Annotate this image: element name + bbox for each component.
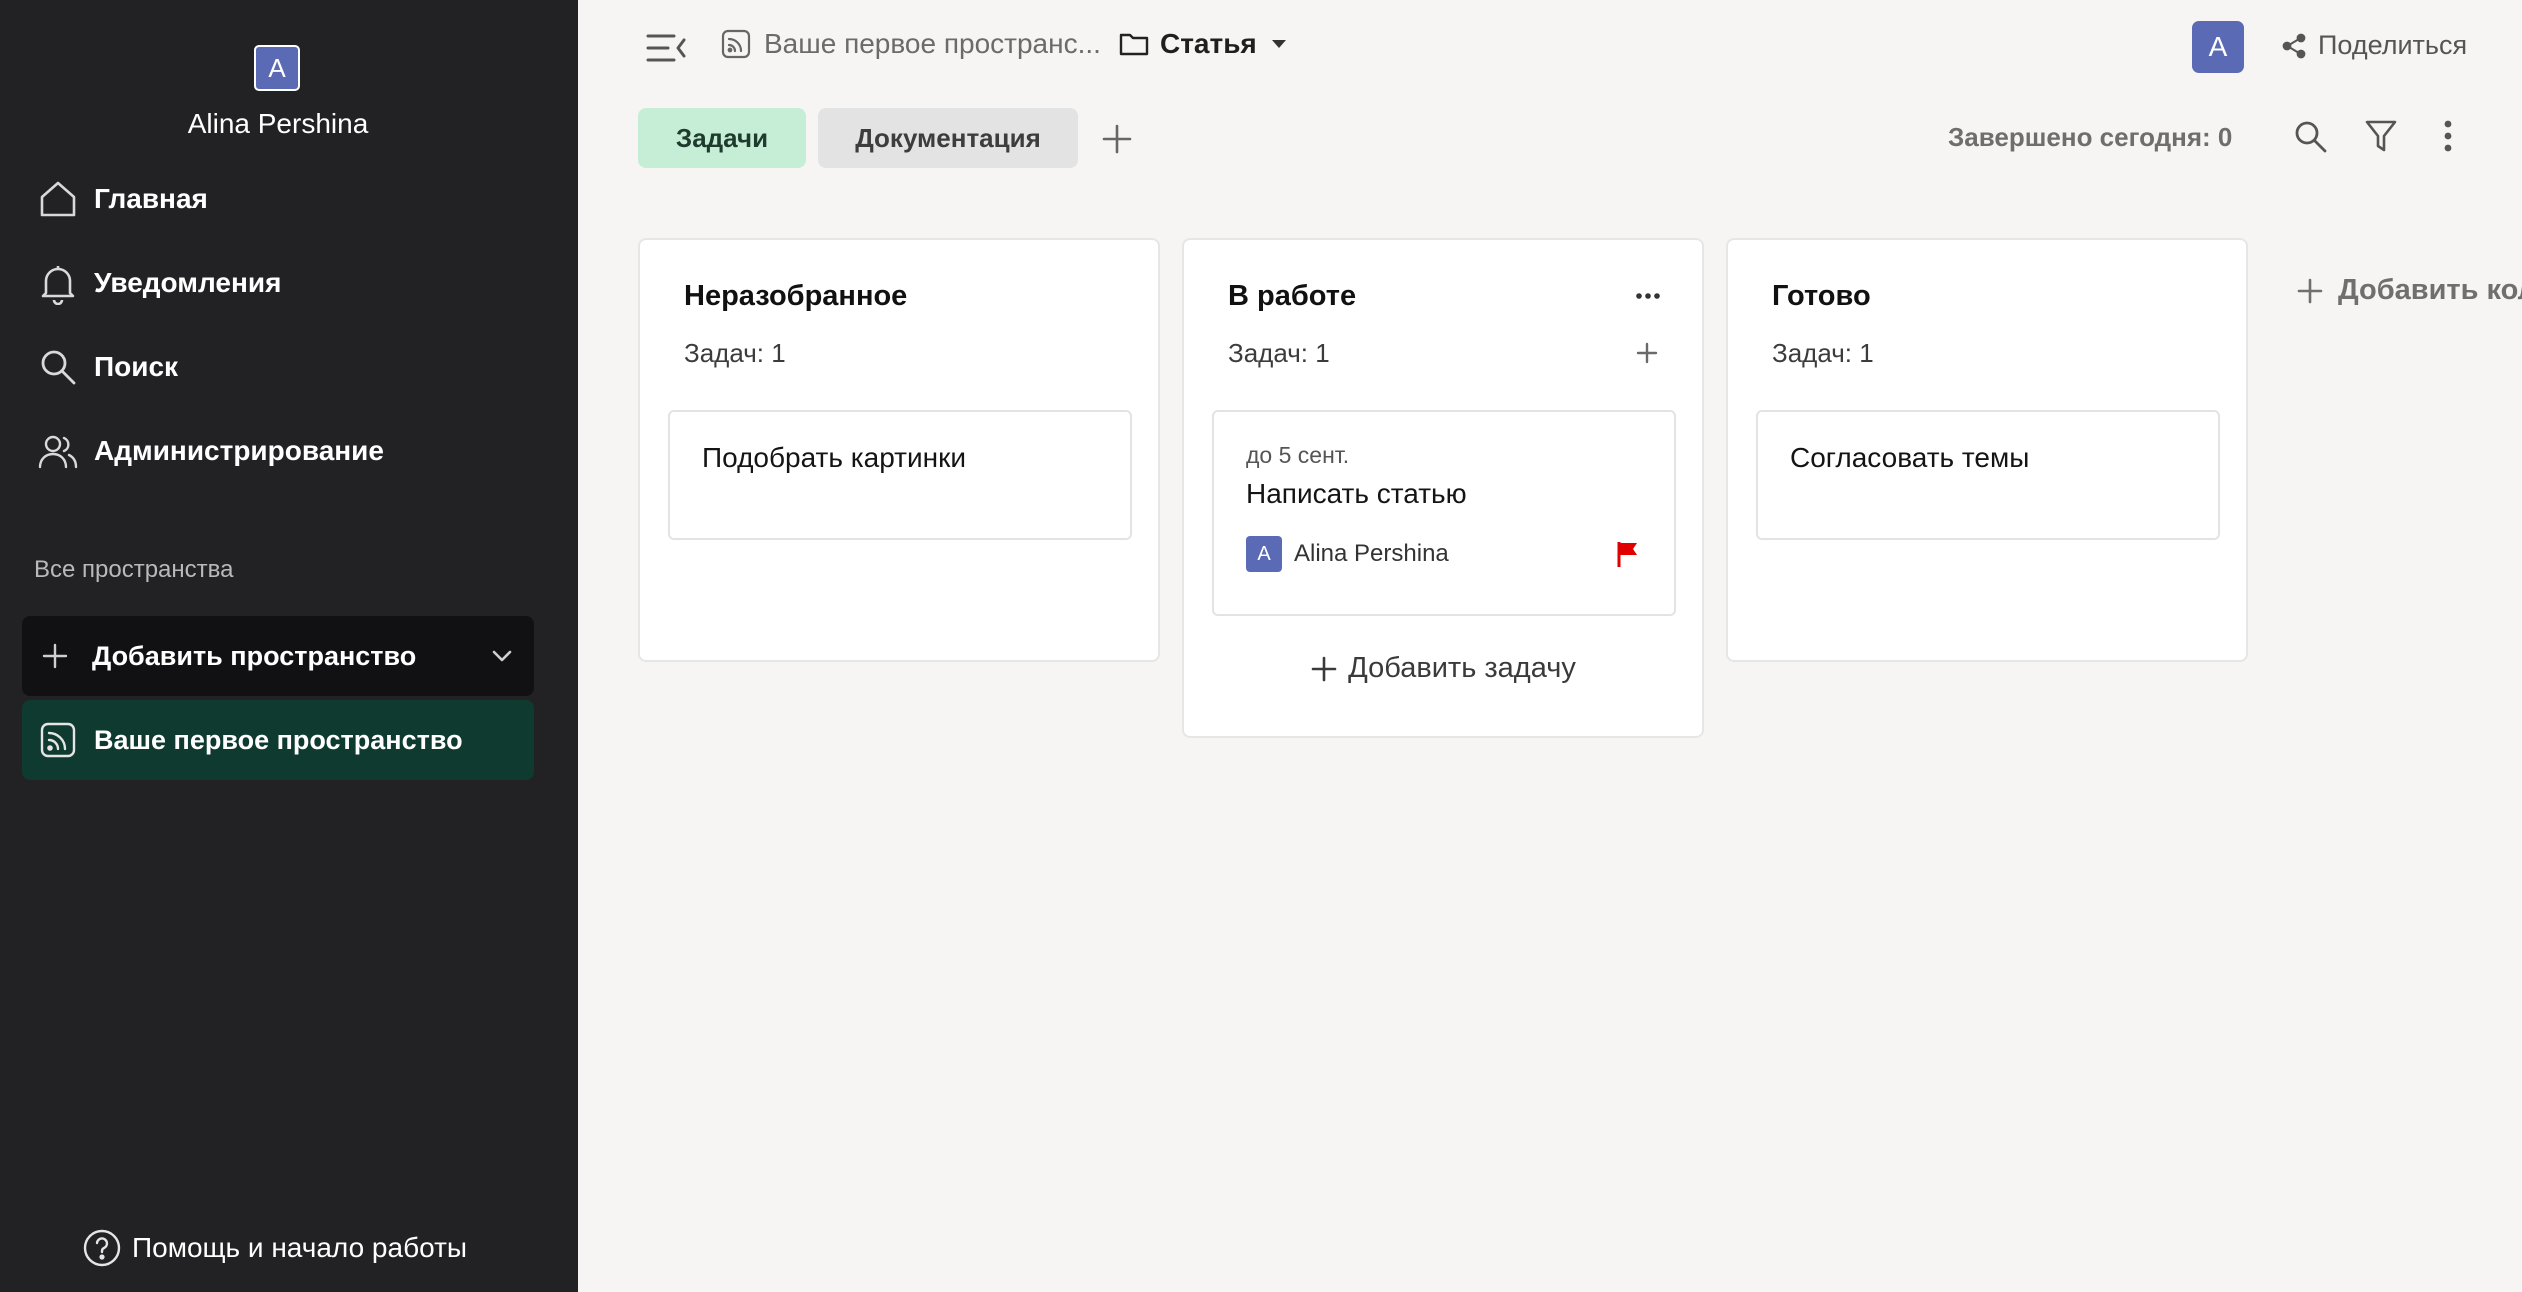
column-count: Задач: 1: [1772, 338, 1874, 368]
sidebar-item-label: Поиск: [94, 351, 179, 382]
add-task-button[interactable]: Добавить задачу: [1184, 652, 1702, 685]
sidebar: A Alina Pershina Главная Уведомления Пои…: [0, 0, 578, 1292]
column-title[interactable]: Неразобранное: [684, 280, 907, 313]
flag-icon[interactable]: [1616, 540, 1640, 568]
tab-documentation[interactable]: Документация: [818, 108, 1078, 168]
help-label: Помощь и начало работы: [132, 1232, 468, 1263]
breadcrumb-folder-label: Статья: [1160, 28, 1257, 59]
sidebar-item-search[interactable]: Поиск: [36, 339, 536, 395]
add-task-label: Добавить задачу: [1348, 652, 1576, 684]
sidebar-item-label: Администрирование: [94, 435, 384, 466]
task-card[interactable]: Согласовать темы: [1756, 410, 2220, 540]
column-title[interactable]: Готово: [1772, 280, 1871, 313]
board-column: В работе Задач: 1 до 5 сент. Написать ст…: [1182, 238, 1704, 738]
task-card[interactable]: Подобрать картинки: [668, 410, 1132, 540]
assignee-name: Alina Pershina: [1294, 540, 1449, 567]
sidebar-item-first-space[interactable]: Ваше первое пространство: [22, 700, 534, 780]
add-space-button[interactable]: Добавить пространство: [22, 616, 534, 696]
home-icon: [40, 181, 76, 217]
plus-icon: [2297, 278, 2323, 303]
chevron-down-icon[interactable]: [488, 642, 516, 670]
sidebar-item-admin[interactable]: Администрирование: [36, 423, 536, 479]
completed-today: Завершено сегодня: 0: [1948, 122, 2233, 152]
add-column-label: Добавить колонку: [2338, 274, 2522, 306]
sidebar-item-notifications[interactable]: Уведомления: [36, 255, 536, 311]
filter-icon[interactable]: [2364, 118, 2398, 154]
search-icon: [41, 350, 76, 385]
task-card[interactable]: до 5 сент. Написать статью A Alina Persh…: [1212, 410, 1676, 616]
share-button[interactable]: Поделиться: [2282, 30, 2467, 61]
user-name[interactable]: Alina Pershina: [0, 108, 556, 140]
plus-icon: [1311, 656, 1337, 681]
more-vertical-icon[interactable]: [2436, 118, 2460, 154]
help-link[interactable]: Помощь и начало работы: [82, 1228, 467, 1268]
header-avatar[interactable]: A: [2192, 21, 2244, 73]
search-icon[interactable]: [2292, 118, 2328, 154]
add-space-label: Добавить пространство: [92, 640, 417, 671]
column-count: Задач: 1: [1228, 338, 1330, 368]
task-title: Написать статью: [1246, 478, 1467, 509]
breadcrumb-folder[interactable]: Статья: [1118, 28, 1287, 60]
share-icon: [2282, 33, 2306, 58]
help-icon: [83, 1229, 121, 1267]
avatar: A: [1246, 536, 1282, 572]
column-count: Задач: 1: [684, 338, 786, 368]
board-column: Неразобранное Задач: 1 Подобрать картинк…: [638, 238, 1160, 662]
space-icon: [40, 722, 76, 758]
task-assignee[interactable]: A Alina Pershina: [1246, 536, 1449, 572]
more-horizontal-icon[interactable]: [1636, 292, 1660, 300]
task-title: Подобрать картинки: [702, 442, 966, 473]
task-title: Согласовать темы: [1790, 442, 2030, 473]
users-icon: [38, 435, 78, 469]
task-due-date: до 5 сент.: [1246, 442, 1350, 468]
caret-down-icon: [1271, 40, 1286, 48]
folder-icon: [1119, 33, 1149, 56]
collapse-sidebar-icon[interactable]: [644, 30, 688, 66]
sidebar-item-home[interactable]: Главная: [36, 171, 536, 227]
sidebar-item-label: Уведомления: [94, 267, 282, 298]
add-task-icon[interactable]: [1636, 342, 1658, 364]
board-column: Готово Задач: 1 Согласовать темы: [1726, 238, 2248, 662]
column-title[interactable]: В работе: [1228, 280, 1356, 313]
all-spaces-heading: Все пространства: [34, 556, 234, 583]
user-avatar[interactable]: A: [254, 45, 300, 91]
tab-tasks[interactable]: Задачи: [638, 108, 806, 168]
space-label: Ваше первое пространство: [94, 724, 463, 755]
add-column-button[interactable]: Добавить колонку: [2296, 274, 2522, 307]
bell-icon: [41, 266, 75, 305]
breadcrumb-space[interactable]: Ваше первое пространс...: [720, 28, 1101, 60]
breadcrumb-space-label: Ваше первое пространс...: [764, 28, 1101, 59]
space-icon: [721, 29, 751, 59]
plus-icon: [42, 643, 68, 669]
add-tab-icon[interactable]: [1100, 122, 1134, 156]
sidebar-item-label: Главная: [94, 183, 208, 214]
share-label: Поделиться: [2318, 30, 2468, 60]
